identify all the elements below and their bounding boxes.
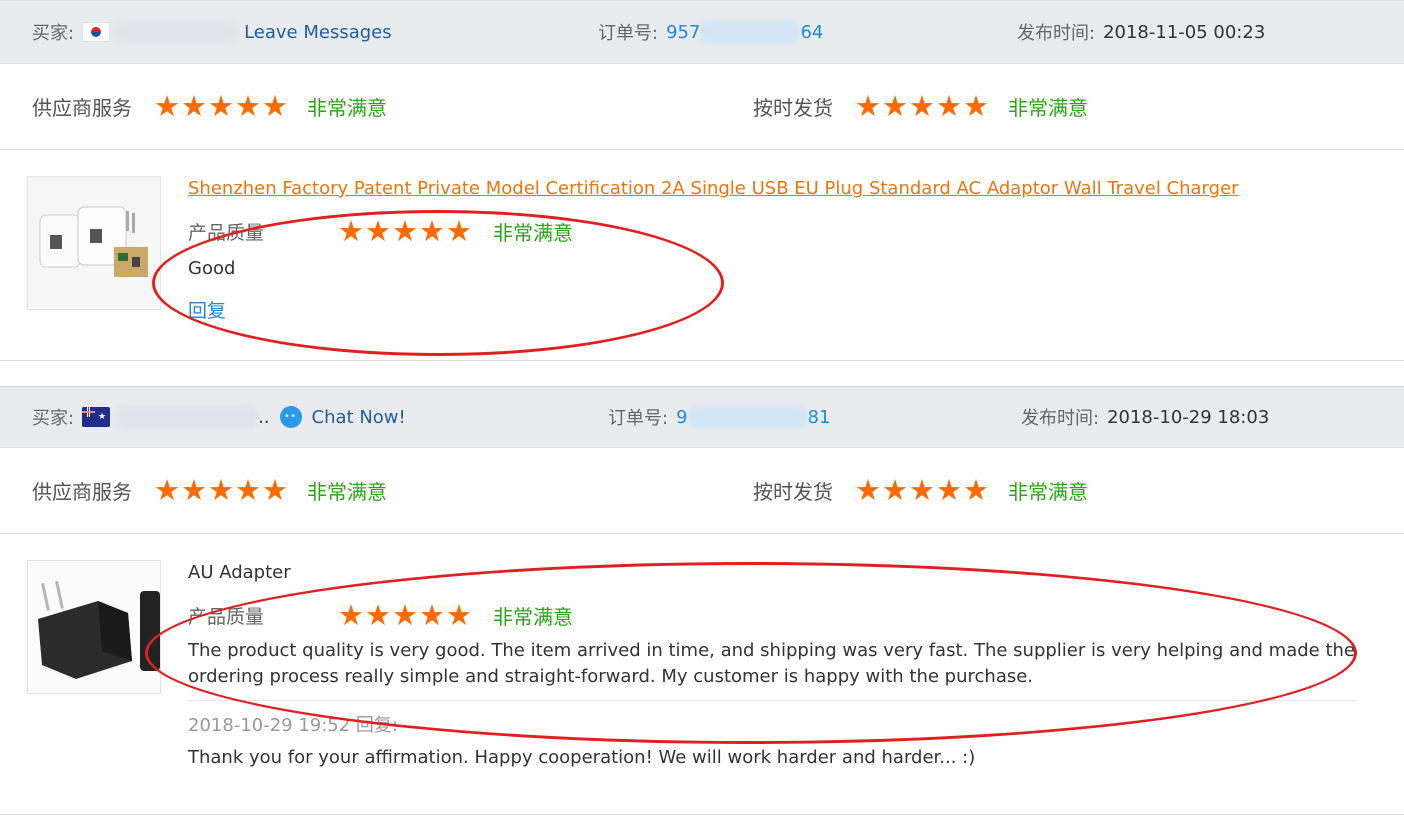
satisfaction-status: 非常满意 — [493, 604, 573, 629]
star-rating-icon: ★★★★★ — [154, 473, 289, 507]
order-number: 订单号: 9 81 — [608, 387, 830, 447]
supplier-service-label: 供应商服务 — [32, 95, 132, 120]
satisfaction-status: 非常满意 — [493, 220, 573, 245]
order-number-prefix[interactable]: 9 — [676, 407, 687, 428]
publish-time-label: 发布时间: — [1017, 23, 1096, 44]
review-content: AU Adapter 产品质量 ★★★★★ 非常满意 The product q… — [188, 560, 1356, 768]
order-number-redacted — [700, 21, 801, 43]
order-number: 订单号: 957 64 — [598, 1, 823, 63]
buyer-name-ellipsis: .. — [258, 406, 270, 428]
review-comment: Good — [188, 258, 236, 279]
order-label: 订单号: — [598, 23, 659, 44]
star-rating-icon: ★★★★★ — [154, 89, 289, 123]
product-thumbnail[interactable] — [27, 176, 161, 310]
buyer-label: 买家: — [32, 23, 75, 44]
supplier-service-label: 供应商服务 — [32, 479, 132, 504]
order-number-suffix[interactable]: 64 — [800, 22, 823, 43]
usb-charger-image — [28, 177, 160, 309]
south-korea-flag-icon — [82, 22, 111, 42]
seller-reply-text: Thank you for your affirmation. Happy co… — [188, 747, 976, 768]
on-time-shipping-rating: 按时发货 ★★★★★ 非常满意 — [753, 447, 1088, 533]
star-rating-icon: ★★★★★ — [338, 214, 473, 248]
publish-time-value: 2018-10-29 18:03 — [1107, 406, 1270, 428]
order-label: 订单号: — [608, 408, 669, 429]
buyer-name-redacted — [116, 406, 259, 428]
order-number-redacted — [687, 406, 808, 428]
order-number-suffix[interactable]: 81 — [808, 407, 831, 428]
product-quality-rating: 产品质量 ★★★★★ 非常满意 — [188, 214, 1239, 248]
star-rating-icon: ★★★★★ — [855, 473, 990, 507]
publish-time: 发布时间: 2018-10-29 18:03 — [1021, 387, 1269, 447]
review-card: 买家: .. Chat Now! 订单号: 9 81 发布时间: 2018-10… — [0, 386, 1404, 815]
on-time-shipping-label: 按时发货 — [753, 479, 833, 504]
on-time-shipping-label: 按时发货 — [753, 95, 833, 120]
order-number-prefix[interactable]: 957 — [666, 22, 700, 43]
seller-ratings: 供应商服务 ★★★★★ 非常满意 按时发货 ★★★★★ 非常满意 — [0, 447, 1404, 534]
star-rating-icon: ★★★★★ — [338, 598, 473, 632]
product-quality-label: 产品质量 — [188, 605, 265, 628]
review-comment: The product quality is very good. The it… — [188, 638, 1356, 690]
buyer-name-redacted — [116, 21, 237, 43]
buyer-info: 买家: Leave Messages — [32, 1, 392, 63]
reply-meta: 2018-10-29 19:52 回复: — [188, 715, 398, 736]
satisfaction-status: 非常满意 — [1008, 479, 1088, 504]
review-comment-line: The product quality is very good. The it… — [188, 640, 1355, 661]
product-quality-label: 产品质量 — [188, 221, 265, 244]
publish-time-value: 2018-11-05 00:23 — [1103, 21, 1266, 43]
chat-now-link[interactable]: Chat Now! — [312, 407, 406, 428]
product-title-link[interactable]: Shenzhen Factory Patent Private Model Ce… — [188, 176, 1239, 202]
chat-icon[interactable] — [279, 406, 302, 428]
supplier-service-rating: 供应商服务 ★★★★★ 非常满意 — [32, 63, 387, 149]
reply-divider — [188, 700, 1356, 701]
buyer-label: 买家: — [32, 408, 75, 429]
satisfaction-status: 非常满意 — [307, 479, 387, 504]
review-header: 买家: .. Chat Now! 订单号: 9 81 发布时间: 2018-10… — [0, 386, 1404, 448]
product-title: AU Adapter — [188, 562, 291, 583]
star-rating-icon: ★★★★★ — [855, 89, 990, 123]
satisfaction-status: 非常满意 — [1008, 95, 1088, 120]
au-adapter-image — [28, 561, 160, 693]
buyer-info: 买家: .. Chat Now! — [32, 387, 406, 447]
review-header: 买家: Leave Messages 订单号: 957 64 发布时间: 201… — [0, 0, 1404, 64]
reply-link[interactable]: 回复 — [188, 296, 1239, 323]
review-card: 买家: Leave Messages 订单号: 957 64 发布时间: 201… — [0, 0, 1404, 361]
publish-time-label: 发布时间: — [1021, 408, 1100, 429]
review-comment-line: ordering process really simple and strai… — [188, 666, 1034, 687]
product-thumbnail[interactable] — [27, 560, 161, 694]
satisfaction-status: 非常满意 — [307, 95, 387, 120]
australia-flag-icon — [82, 407, 111, 427]
leave-messages-link[interactable]: Leave Messages — [244, 22, 392, 43]
review-content: Shenzhen Factory Patent Private Model Ce… — [188, 176, 1239, 323]
product-quality-rating: 产品质量 ★★★★★ 非常满意 — [188, 598, 1356, 632]
publish-time: 发布时间: 2018-11-05 00:23 — [1017, 1, 1265, 63]
supplier-service-rating: 供应商服务 ★★★★★ 非常满意 — [32, 447, 387, 533]
on-time-shipping-rating: 按时发货 ★★★★★ 非常满意 — [753, 63, 1088, 149]
seller-ratings: 供应商服务 ★★★★★ 非常满意 按时发货 ★★★★★ 非常满意 — [0, 63, 1404, 150]
